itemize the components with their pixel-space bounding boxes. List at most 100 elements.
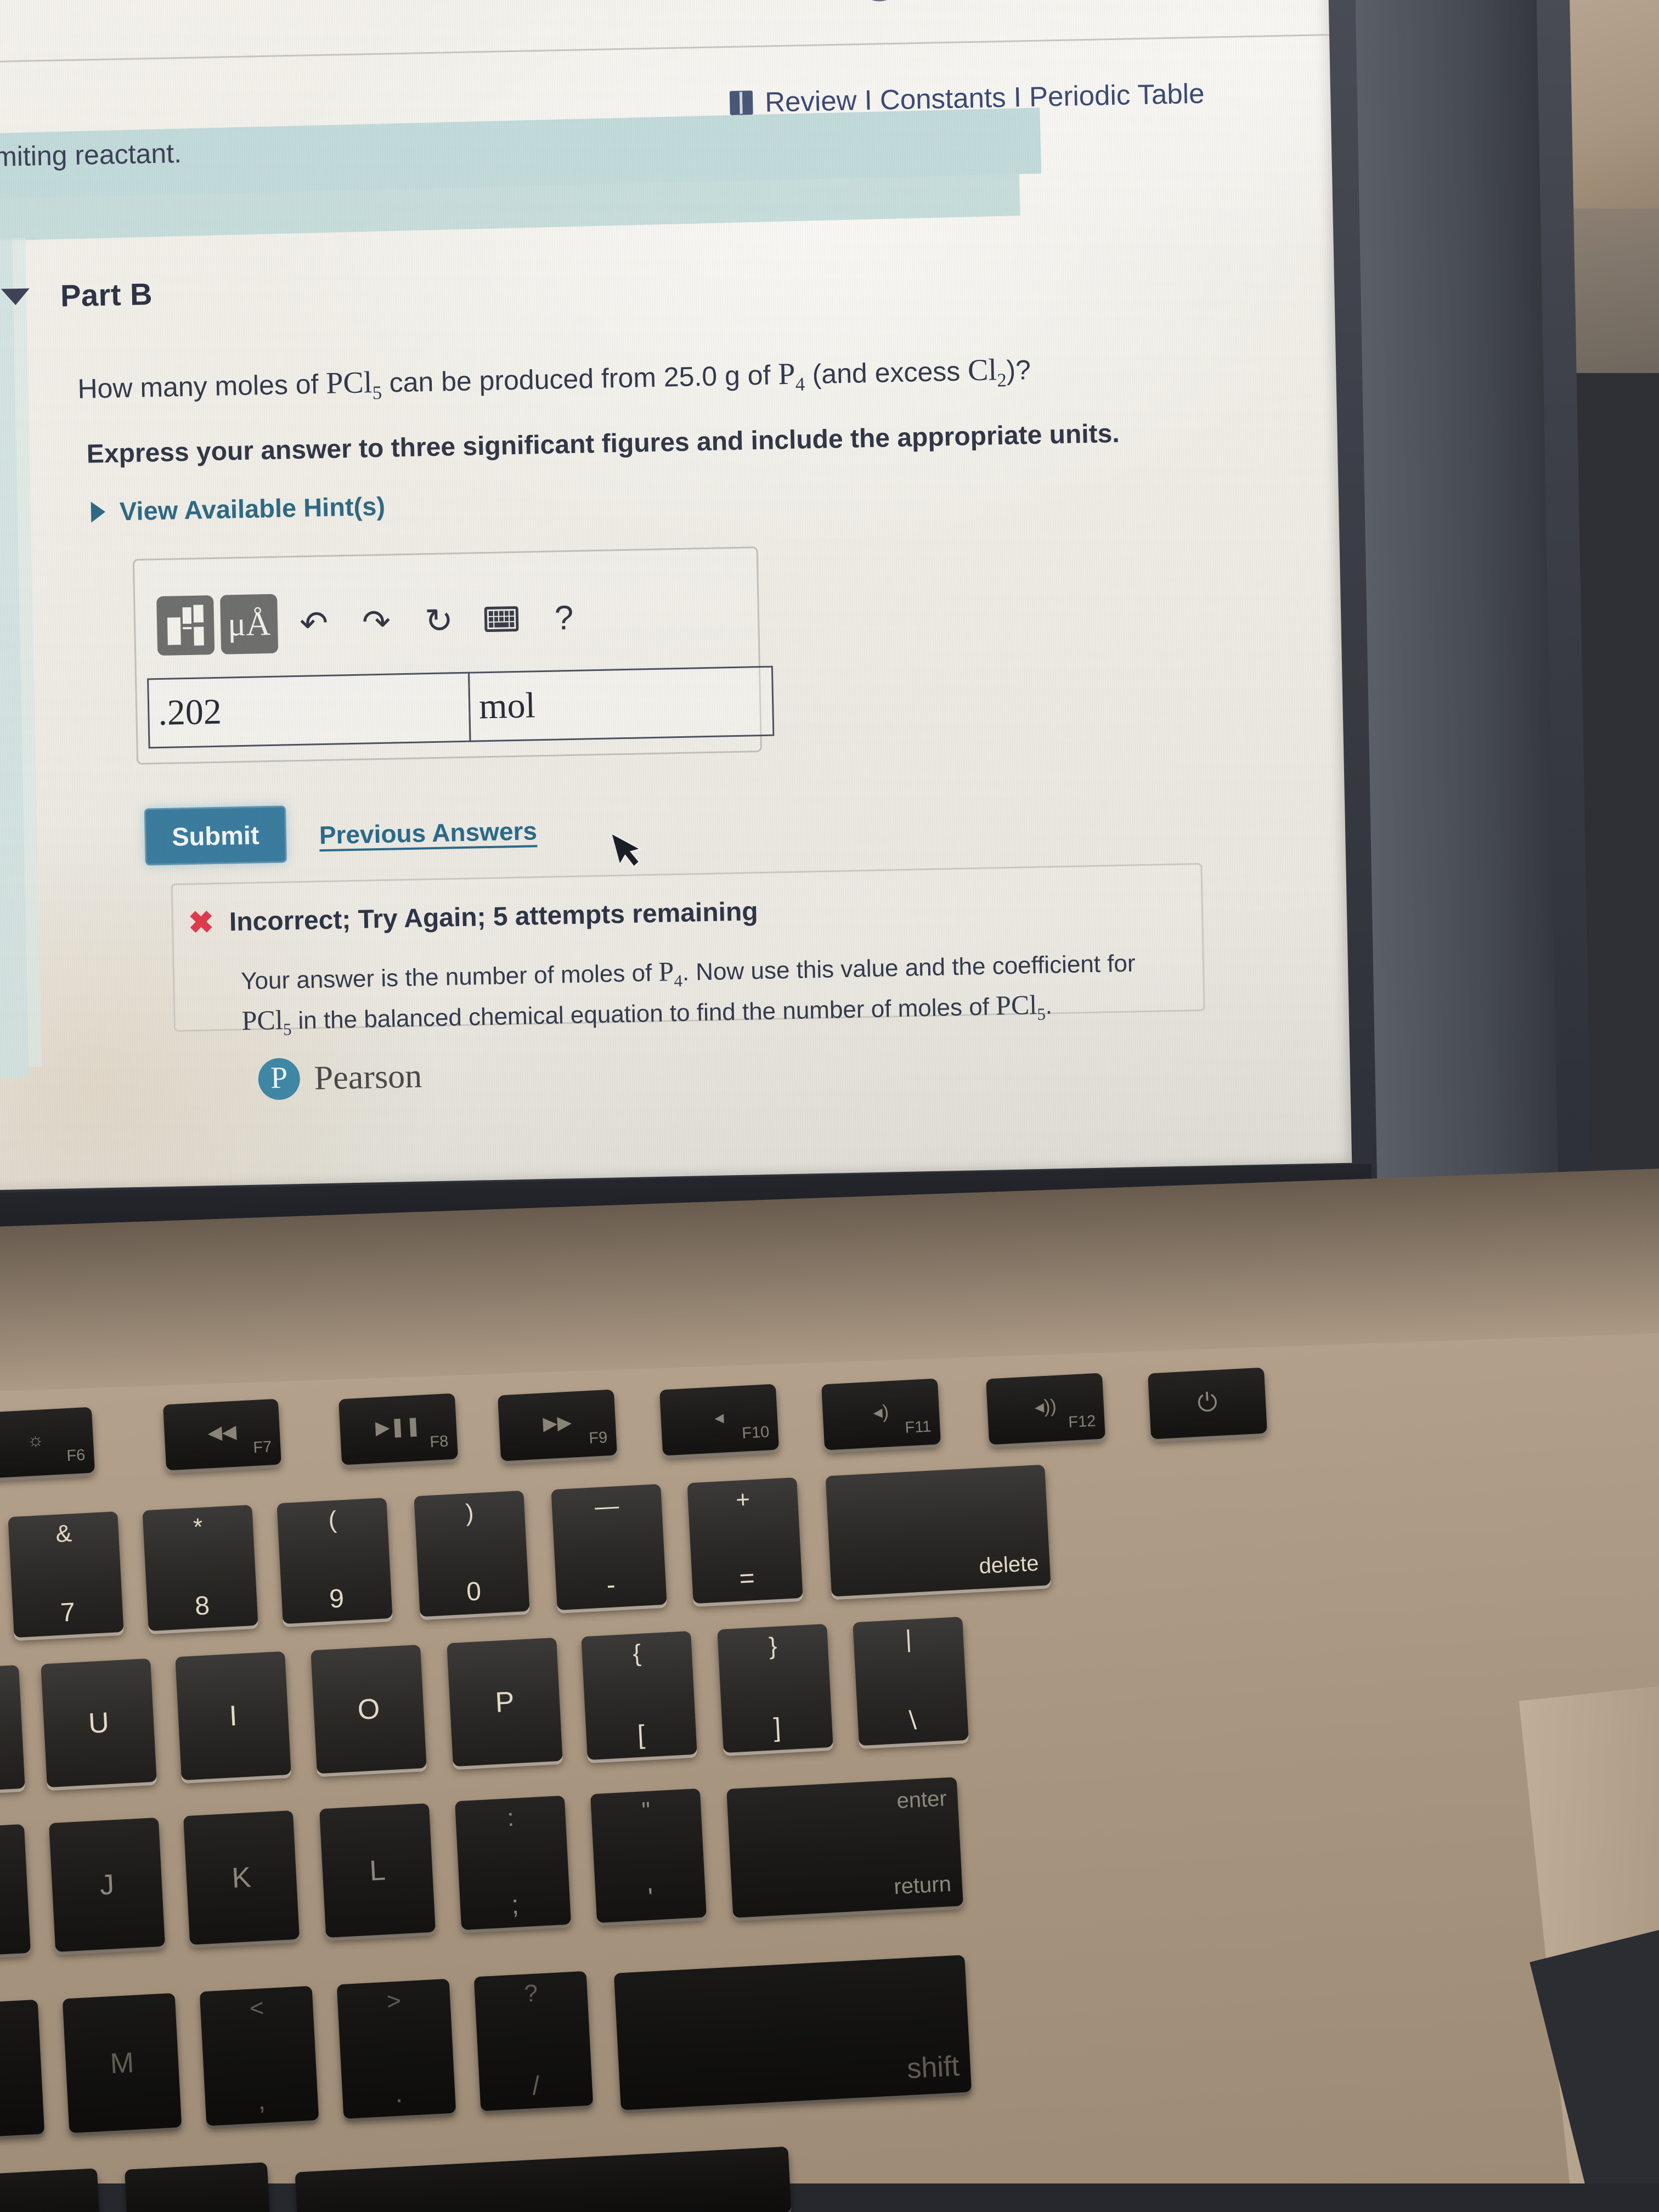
answer-value-input[interactable]: .202 [147,672,471,749]
key-bracket-right[interactable]: } ] [717,1623,833,1753]
keyboard-icon[interactable] [471,589,532,649]
key-equals[interactable]: + = [687,1477,803,1604]
key-m[interactable]: M [62,1993,182,2134]
redo-arrow-icon[interactable]: ↷ [346,591,407,652]
key-equals-base: = [738,1564,756,1594]
view-hints-toggle[interactable]: View Available Hint(s) [91,491,385,527]
question-text: How many moles of PCl5 can be produced f… [77,352,1031,410]
key-quote[interactable]: " ' [590,1788,707,1923]
answer-instruction: Express your answer to three significant… [86,419,1120,469]
feedback-text-3: in the balanced chemical equation to fin… [291,993,996,1035]
key-quote-shift: " [641,1797,651,1825]
top-navigation-bar: ‹ 14 of 19 › [0,0,1318,64]
key-9-shift: ( [328,1506,337,1534]
key-f9[interactable]: ▶▶ F9 [498,1389,617,1462]
key-f8[interactable]: ▶❚❚ F8 [338,1393,458,1465]
key-o-label: O [357,1692,381,1726]
key-slash-shift: ? [523,1979,539,2007]
answer-units-input[interactable]: mol [467,665,775,742]
key-minus-shift: — [594,1492,620,1521]
answer-units-text: mol [478,685,536,727]
chevron-left-icon[interactable]: ‹ [855,0,903,2]
undo-arrow-icon[interactable]: ↶ [284,592,344,653]
micro-angstrom-units-icon[interactable]: μÅ [220,594,279,654]
answer-fields: .202 mol [147,665,775,749]
key-f10[interactable]: ◂ F10 [659,1384,779,1456]
key-l[interactable]: L [319,1803,436,1938]
key-bottom-partial-2[interactable] [125,2162,270,2212]
question-prefix: How many moles of [77,368,326,404]
key-f12[interactable]: ◂)) F12 [986,1373,1105,1445]
key-comma[interactable]: < , [199,1985,319,2126]
key-slash[interactable]: ? / [473,1971,594,2112]
key-semicolon[interactable]: : ; [454,1795,572,1931]
pearson-p-glyph: P [270,1060,288,1096]
key-o[interactable]: O [311,1644,427,1774]
redo-glyph: ↷ [362,603,391,642]
key-j[interactable]: J [48,1817,166,1953]
key-p[interactable]: P [447,1637,563,1767]
key-bracket-right-base: ] [772,1713,782,1743]
help-glyph: ? [554,599,574,637]
key-period[interactable]: > . [336,1978,456,2119]
math-template-icon[interactable] [156,595,215,656]
key-f9-label: F9 [588,1429,608,1448]
key-f6[interactable]: ☼ F6 [0,1407,95,1479]
key-i[interactable]: I [175,1651,291,1781]
key-backslash-base: \ [908,1706,917,1736]
key-minus[interactable]: — - [551,1483,667,1611]
key-period-base: . [394,2079,403,2109]
question-mark-icon[interactable]: ? [534,588,594,648]
reset-glyph: ↻ [424,601,454,640]
key-7[interactable]: & 7 [8,1511,124,1638]
key-l-label: L [369,1854,386,1887]
key-j-label: J [99,1868,115,1901]
key-u-label: U [87,1706,110,1740]
part-b-header[interactable]: Part B [1,276,153,315]
key-quote-base: ' [647,1883,654,1913]
previous-answers-link[interactable]: Previous Answers [319,816,537,850]
feedback-formula-p4: P4 [658,956,683,991]
key-8-base: 8 [194,1591,211,1621]
key-return[interactable]: enter return [726,1777,963,1918]
key-slash-base: / [531,2071,540,2101]
key-7-shift: & [55,1520,73,1548]
key-delete[interactable]: delete [825,1464,1051,1597]
reset-circle-icon[interactable]: ↻ [409,590,469,651]
feedback-text-4: . [1045,992,1053,1019]
feedback-formula-pcl5-b: PCl5 [995,989,1046,1024]
x-mark-icon: ✖ [188,905,215,940]
key-power[interactable]: ⏻ [1148,1367,1267,1440]
key-bracket-left[interactable]: { [ [581,1630,697,1760]
problem-highlight-text: limiting reactant. [0,138,182,173]
key-7-base: 7 [59,1598,76,1628]
key-8[interactable]: * 8 [142,1504,258,1632]
formula-cl2: Cl2 [967,353,1007,391]
triangle-down-icon[interactable] [1,288,30,306]
submit-button[interactable]: Submit [144,805,287,866]
key-delete-label: delete [978,1551,1040,1579]
key-f7[interactable]: ◀◀ F7 [163,1398,281,1471]
key-9[interactable]: ( 9 [276,1497,393,1624]
mastering-chemistry-page: ‹ 14 of 19 › Review I Constants I Period… [0,0,1341,1185]
key-bottom-partial-1[interactable] [0,2168,100,2212]
key-f11[interactable]: ◂) F11 [821,1378,941,1451]
key-0-base: 0 [465,1577,482,1607]
key-shift-right[interactable]: shift [613,1955,972,2111]
key-comma-base: , [257,2086,266,2116]
key-minus-base: - [606,1570,616,1600]
units-label: μÅ [227,605,271,644]
key-k[interactable]: K [183,1810,300,1945]
key-n[interactable]: N [0,1999,45,2140]
key-f7-label: F7 [252,1438,273,1457]
key-f8-label: F8 [429,1432,449,1452]
key-shift-label: shift [906,2050,961,2085]
key-u[interactable]: U [41,1658,157,1788]
laptop-lid-right-bezel [1355,0,1559,1185]
key-backslash[interactable]: | \ [853,1616,969,1746]
key-0[interactable]: ) 0 [414,1490,530,1617]
key-comma-shift: < [249,1994,265,2022]
key-return-label: return [893,1871,952,1899]
key-equals-shift: + [735,1486,751,1514]
feedback-formula-pcl5-a: PCl5 [241,1004,292,1039]
